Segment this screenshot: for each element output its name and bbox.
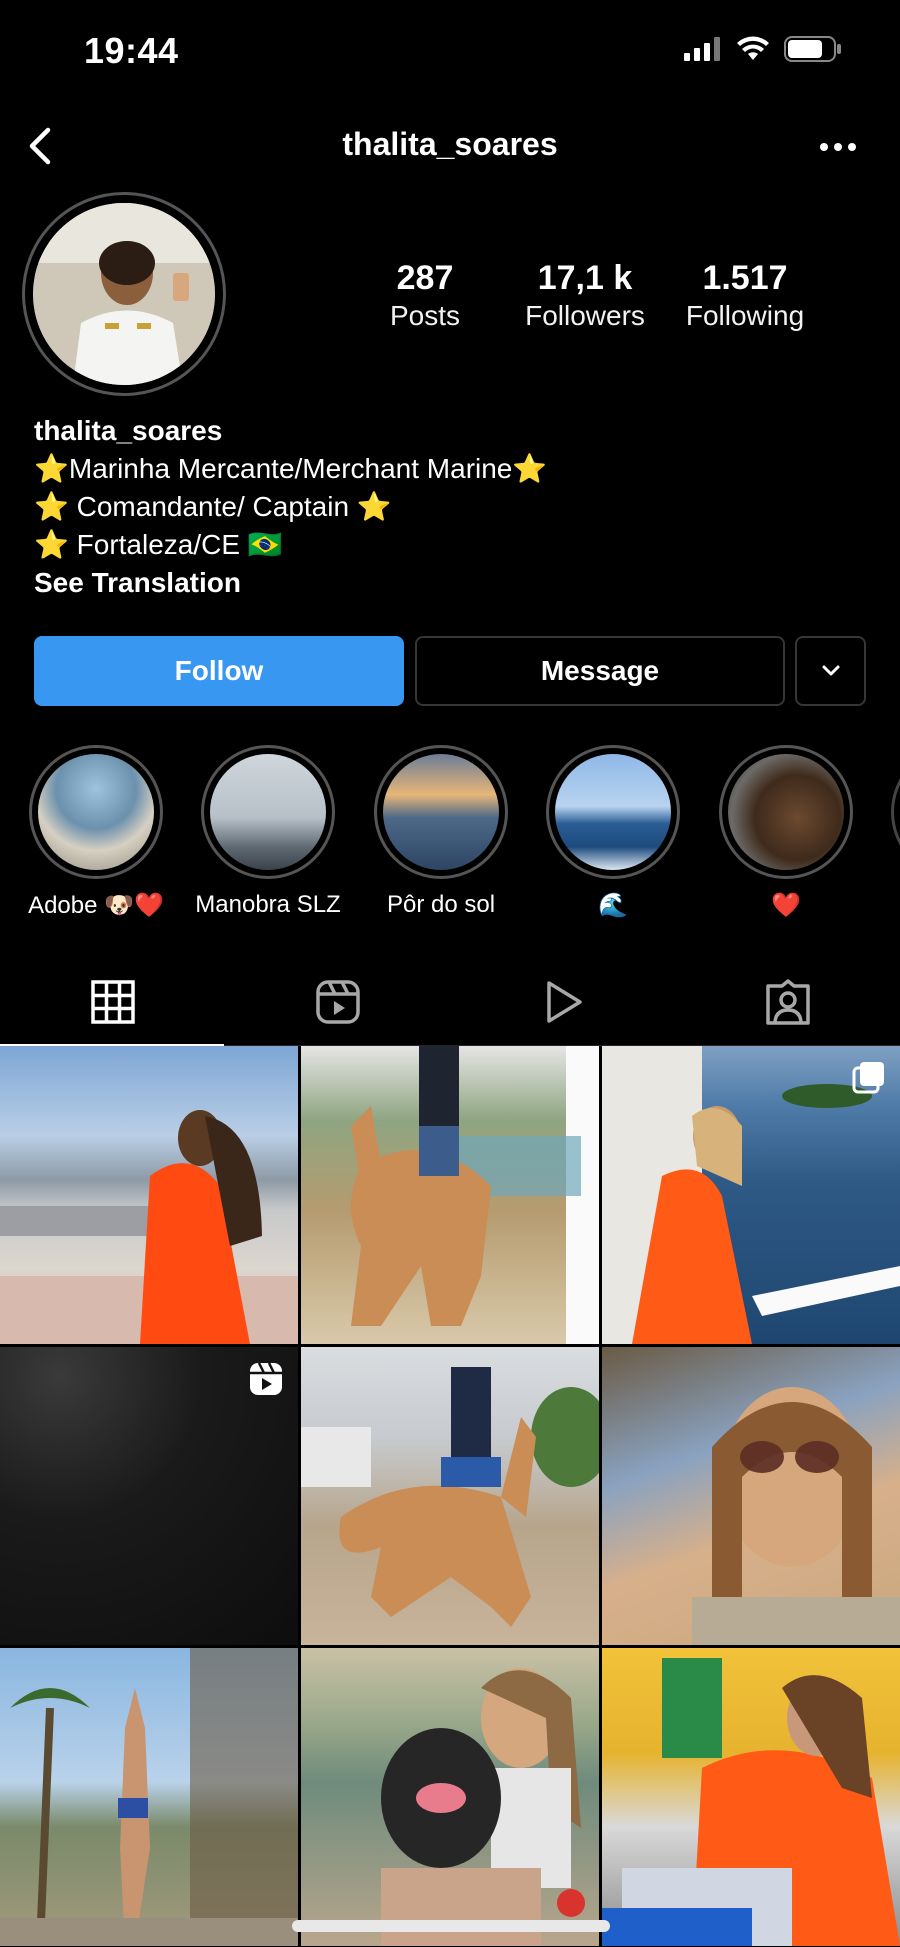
- stat-value: 287: [396, 259, 454, 297]
- signal-icon: [684, 37, 720, 61]
- stat-label: Followers: [525, 300, 645, 331]
- battery-icon: [784, 36, 841, 62]
- tab-posts-grid[interactable]: [0, 958, 225, 1047]
- story-highlights: Adobe 🐶❤️ Manobra SLZ Pôr do sol 🌊 ❤️: [0, 745, 900, 925]
- stat-label: Following: [685, 300, 805, 331]
- post-image: [351, 1046, 599, 1344]
- tab-videos[interactable]: [450, 958, 675, 1046]
- grid-post[interactable]: [301, 1046, 599, 1344]
- highlight-label: 🌊: [598, 892, 628, 919]
- post-image: [602, 1658, 900, 1946]
- highlight-cover: [383, 754, 499, 870]
- stat-label: Posts: [389, 300, 461, 331]
- highlight-item[interactable]: [872, 745, 900, 879]
- highlight-label: Adobe 🐶❤️: [28, 892, 164, 919]
- highlight-item[interactable]: 🌊: [527, 745, 699, 920]
- grid-post[interactable]: [0, 1347, 298, 1645]
- grid-post[interactable]: [602, 1046, 900, 1344]
- avatar: [33, 203, 215, 385]
- grid-post[interactable]: [602, 1347, 900, 1645]
- tab-tagged[interactable]: [675, 958, 900, 1046]
- video-play-icon: [546, 981, 582, 1023]
- home-indicator[interactable]: [292, 1920, 610, 1932]
- stat-value: 17,1 k: [537, 259, 633, 297]
- highlight-cover: [555, 754, 671, 870]
- carousel-icon: [852, 1062, 884, 1094]
- post-image: [0, 1648, 298, 1946]
- status-bar: 19:44: [0, 0, 900, 100]
- follow-button[interactable]: Follow: [34, 636, 404, 706]
- posts-grid: [0, 1046, 900, 1946]
- stat-value: 1.517: [702, 259, 788, 297]
- avatar-photo: [33, 203, 215, 385]
- profile-header: thalita_soares: [0, 112, 900, 182]
- message-button[interactable]: Message: [415, 636, 785, 706]
- highlight-item[interactable]: Manobra SLZ: [182, 745, 354, 919]
- more-options-button[interactable]: [816, 132, 860, 162]
- highlight-cover: [210, 754, 326, 870]
- reels-icon: [250, 1362, 282, 1395]
- bio-line: ⭐️ Comandante/ Captain ⭐️: [34, 491, 392, 522]
- grid-post[interactable]: [0, 1648, 298, 1946]
- post-image: [692, 1387, 900, 1645]
- post-image: [381, 1668, 585, 1946]
- suggested-accounts-button[interactable]: [795, 636, 866, 706]
- reels-icon: [315, 980, 360, 1024]
- profile-bio: thalita_soares ⭐️Marinha Mercante/Mercha…: [34, 412, 874, 602]
- grid-post[interactable]: [602, 1648, 900, 1946]
- profile-tabs: [0, 958, 900, 1047]
- bio-line: ⭐️Marinha Mercante/Merchant Marine⭐️: [34, 453, 548, 484]
- post-image: [301, 1367, 599, 1627]
- highlight-label: ❤️: [771, 892, 801, 919]
- status-icons: [684, 36, 842, 62]
- stat-following[interactable]: 1.517 Following: [670, 258, 820, 334]
- wifi-icon: [737, 36, 769, 60]
- highlight-label: Pôr do sol: [386, 891, 496, 918]
- bio-line: ⭐️ Fortaleza/CE 🇧🇷: [34, 529, 283, 560]
- highlight-item[interactable]: ❤️: [700, 745, 872, 920]
- tab-reels[interactable]: [225, 958, 450, 1046]
- post-image: [0, 1110, 298, 1344]
- grid-icon: [90, 980, 135, 1024]
- more-horizontal-icon: [820, 143, 856, 151]
- highlight-cover: [728, 754, 844, 870]
- highlight-cover: [38, 754, 154, 870]
- highlight-item[interactable]: Adobe 🐶❤️: [10, 745, 182, 920]
- tagged-icon: [765, 979, 810, 1025]
- chevron-down-icon: [822, 665, 839, 676]
- profile-name: thalita_soares: [34, 415, 223, 446]
- highlight-item[interactable]: Pôr do sol: [355, 745, 527, 919]
- avatar-ring[interactable]: [22, 192, 226, 396]
- profile-stats: 287 Posts 17,1 k Followers 1.517 Followi…: [350, 258, 820, 334]
- header-username: thalita_soares: [342, 126, 558, 162]
- status-time: 19:44: [84, 30, 179, 71]
- see-translation-link[interactable]: See Translation: [34, 564, 874, 602]
- grid-post[interactable]: [301, 1648, 599, 1946]
- stat-posts[interactable]: 287 Posts: [350, 258, 500, 334]
- highlight-label: Manobra SLZ: [195, 891, 341, 918]
- grid-post[interactable]: [301, 1347, 599, 1645]
- stat-followers[interactable]: 17,1 k Followers: [510, 258, 660, 334]
- grid-post[interactable]: [0, 1046, 298, 1344]
